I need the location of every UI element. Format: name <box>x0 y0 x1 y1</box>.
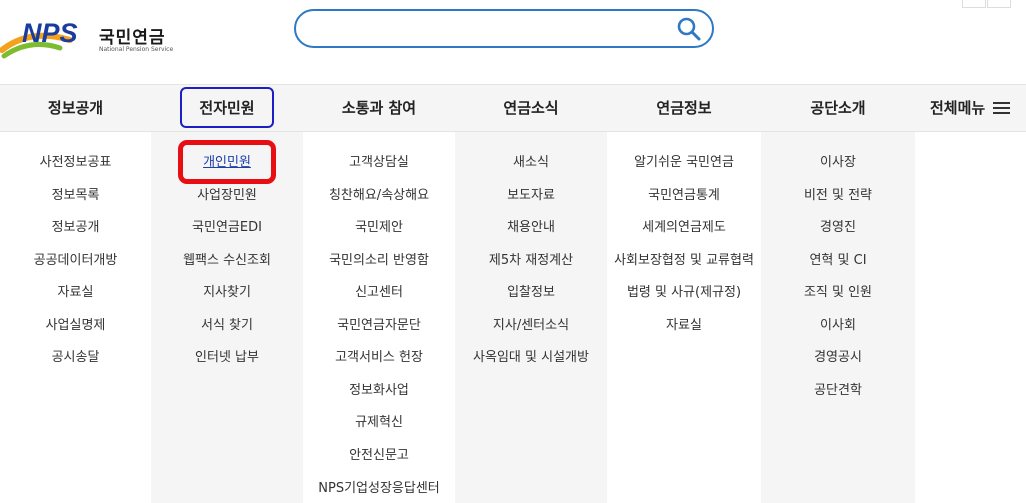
nav-item-pension-info[interactable]: 연금정보 <box>607 85 761 132</box>
submenu-item[interactable]: 인터넷 납부 <box>151 348 303 368</box>
logo-mark-text: NPS <box>22 18 78 48</box>
submenu-item[interactable]: 보도자료 <box>455 186 607 206</box>
submenu-item[interactable]: 새소식 <box>455 153 607 173</box>
mega-menu: 사전정보공표 정보목록 정보공개 공공데이터개방 자료실 사업실명제 공시송달 … <box>0 132 1026 503</box>
logo-korean-text: 국민연금 <box>99 28 166 48</box>
submenu-communication: 고객상담실 칭찬해요/속상해요 국민제안 국민의소리 반영함 신고센터 국민연금… <box>303 132 455 503</box>
submenu-item[interactable]: 이사회 <box>761 316 915 336</box>
submenu-item[interactable]: 자료실 <box>607 316 761 336</box>
submenu-item[interactable]: 사회보장협정 및 교류협력 <box>607 251 761 271</box>
search-icon <box>677 17 701 41</box>
submenu-item[interactable]: 국민연금통계 <box>607 186 761 206</box>
submenu-item[interactable]: 규제혁신 <box>303 413 455 433</box>
submenu-about: 이사장 비전 및 전략 경영진 연혁 및 CI 조직 및 인원 이사회 경영공시… <box>761 132 915 503</box>
submenu-item[interactable]: 공공데이터개방 <box>0 251 151 271</box>
nav-item-about[interactable]: 공단소개 <box>761 85 915 132</box>
submenu-item[interactable]: 사업실명제 <box>0 316 151 336</box>
submenu-item[interactable]: 고객상담실 <box>303 153 455 173</box>
submenu-item[interactable]: 입찰정보 <box>455 283 607 303</box>
submenu-item[interactable]: 국민제안 <box>303 218 455 238</box>
submenu-item[interactable]: 조직 및 인원 <box>761 283 915 303</box>
submenu-item[interactable]: 경영진 <box>761 218 915 238</box>
submenu-pension-info: 알기쉬운 국민연금 국민연금통계 세계의연금제도 사회보장협정 및 교류협력 법… <box>607 132 761 503</box>
submenu-item[interactable]: 사업장민원 <box>151 186 303 206</box>
submenu-item[interactable]: 이사장 <box>761 153 915 173</box>
search-box <box>294 9 714 48</box>
nav-highlight-box <box>180 87 274 128</box>
search-button[interactable] <box>676 16 702 42</box>
submenu-item[interactable]: 정보목록 <box>0 186 151 206</box>
submenu-item[interactable]: 비전 및 전략 <box>761 186 915 206</box>
submenu-item[interactable]: 서식 찾기 <box>151 316 303 336</box>
submenu-item[interactable]: 세계의연금제도 <box>607 218 761 238</box>
submenu-item[interactable]: 지사찾기 <box>151 283 303 303</box>
submenu-item[interactable]: 법령 및 사규(제규정) <box>607 283 761 303</box>
submenu-item[interactable]: 정보화사업 <box>303 381 455 401</box>
submenu-item[interactable]: 칭찬해요/속상해요 <box>303 186 455 206</box>
submenu-item[interactable]: 고객서비스 헌장 <box>303 348 455 368</box>
submenu-item[interactable]: 자료실 <box>0 283 151 303</box>
submenu-pension-news: 새소식 보도자료 채용안내 제5차 재정계산 입찰정보 지사/센터소식 사옥임대… <box>455 132 607 503</box>
hamburger-icon <box>993 102 1011 114</box>
submenu-item[interactable]: 사옥임대 및 시설개방 <box>455 348 607 368</box>
search-input[interactable] <box>312 17 676 43</box>
nav-item-info-disclosure[interactable]: 정보공개 <box>0 85 151 132</box>
submenu-item[interactable]: 안전신문고 <box>303 446 455 466</box>
submenu-item[interactable]: 채용안내 <box>455 218 607 238</box>
nav-item-pension-news[interactable]: 연금소식 <box>455 85 607 132</box>
submenu-item[interactable]: 국민연금EDI <box>151 218 303 238</box>
submenu-item[interactable]: 경영공시 <box>761 348 915 368</box>
submenu-item[interactable]: 공단견학 <box>761 381 915 401</box>
submenu-item[interactable]: 연혁 및 CI <box>761 251 915 271</box>
submenu-item[interactable]: 국민의소리 반영함 <box>303 251 455 271</box>
submenu-e-civil-service: 개인민원 사업장민원 국민연금EDI 웹팩스 수신조회 지사찾기 서식 찾기 인… <box>151 132 303 503</box>
nps-logo-mark: NPS <box>0 18 78 59</box>
all-menu-label: 전체메뉴 <box>930 99 986 117</box>
main-nav: 정보공개 전자민원 소통과 참여 연금소식 연금정보 공단소개 전체메뉴 <box>0 84 1026 132</box>
submenu-item[interactable]: 국민연금자문단 <box>303 316 455 336</box>
submenu-item[interactable]: 제5차 재정계산 <box>455 251 607 271</box>
top-util-button-2[interactable] <box>987 0 1011 8</box>
nps-logo[interactable]: NPS 국민연금 National Pension Service <box>0 10 175 62</box>
logo-english-text: National Pension Service <box>99 46 174 53</box>
submenu-item[interactable]: 정보공개 <box>0 218 151 238</box>
submenu-item[interactable]: 알기쉬운 국민연금 <box>607 153 761 173</box>
submenu-item[interactable]: 신고센터 <box>303 283 455 303</box>
all-menu-button[interactable]: 전체메뉴 <box>930 85 1011 132</box>
submenu-item[interactable]: NPS기업성장응답센터 <box>303 479 455 499</box>
submenu-info-disclosure: 사전정보공표 정보목록 정보공개 공공데이터개방 자료실 사업실명제 공시송달 <box>0 132 151 503</box>
active-item-highlight-box <box>178 140 276 184</box>
top-util-button-1[interactable] <box>962 0 986 8</box>
submenu-item[interactable]: 지사/센터소식 <box>455 316 607 336</box>
nav-item-communication[interactable]: 소통과 참여 <box>303 85 455 132</box>
submenu-item[interactable]: 사전정보공표 <box>0 153 151 173</box>
submenu-item[interactable]: 공시송달 <box>0 348 151 368</box>
site-header: NPS 국민연금 National Pension Service <box>0 0 1026 84</box>
submenu-item[interactable]: 웹팩스 수신조회 <box>151 251 303 271</box>
